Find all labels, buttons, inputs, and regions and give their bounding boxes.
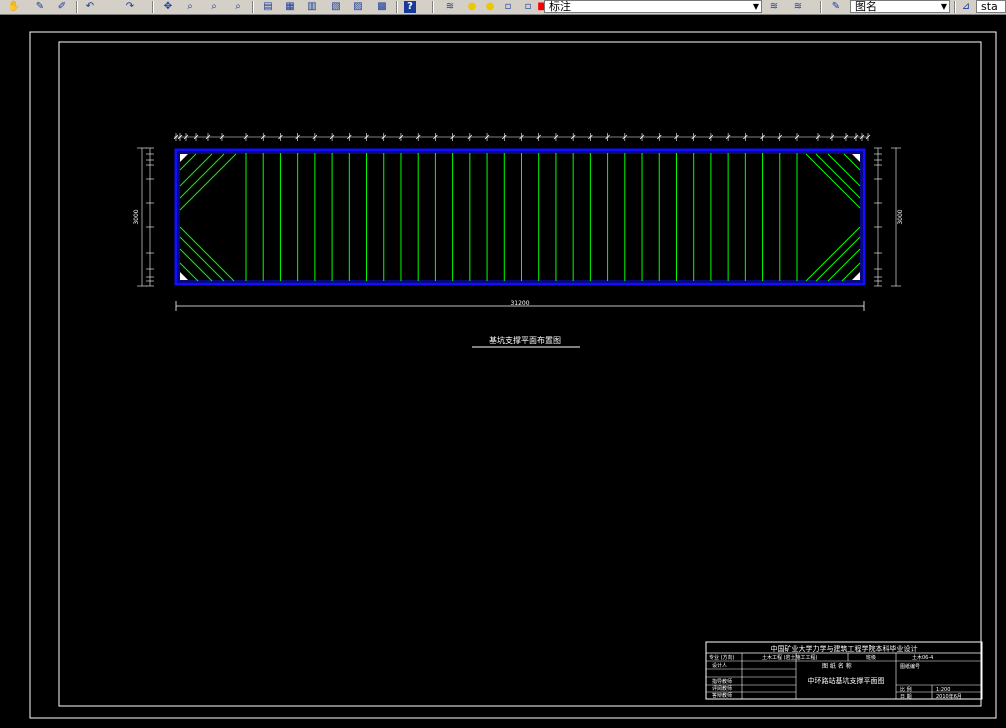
undo-icon[interactable]: ↶ <box>84 1 96 13</box>
cad-drawing: 3000 3000 31200 基坑支撑平面布置图 中国矿业大学力学与建筑工程学… <box>29 31 997 719</box>
bulb-icon[interactable]: ● <box>466 1 478 13</box>
corner-brace <box>179 153 225 199</box>
outer-frame <box>29 31 997 719</box>
designer-label: 设计人 <box>712 662 727 669</box>
redo-icon[interactable]: ↷ <box>124 1 136 13</box>
layer-manager-icon[interactable]: ≋ <box>444 1 456 13</box>
text-style-value: 图名 <box>855 0 877 13</box>
layer-states-icon[interactable]: ≋ <box>792 1 804 13</box>
side-dimension-chains: 3000 3000 <box>133 147 904 287</box>
dimension-height-right: 3000 <box>897 209 904 224</box>
drawing-no-label: 图纸编号 <box>900 663 920 670</box>
hand-icon[interactable]: ✋ <box>8 1 20 13</box>
toolbar-separator <box>954 1 956 13</box>
drawing-title: 中环路站基坑支撑平面图 <box>808 676 885 685</box>
corner-brace <box>815 236 861 282</box>
corner-brace <box>179 226 235 282</box>
toolbar-separator <box>396 1 398 13</box>
corner-brace <box>179 236 225 282</box>
major-label: 专业 (方向) <box>709 654 735 661</box>
style-brush-icon[interactable]: ✎ <box>830 1 842 13</box>
chevron-down-icon: ▼ <box>940 2 947 11</box>
reviewer-label: 评阅教师 <box>712 685 732 692</box>
corner-brace <box>805 226 861 282</box>
pit-outline <box>174 148 866 286</box>
layer-icon[interactable]: ▫ <box>522 1 534 13</box>
toolbar-separator <box>432 1 434 13</box>
major-value: 土木工程 (岩土施工工程) <box>762 654 818 661</box>
properties-icon[interactable]: ▤ <box>262 1 274 13</box>
corner-brace <box>179 153 213 187</box>
sheet-set-icon[interactable]: ▧ <box>330 1 342 13</box>
corner-braces <box>179 153 861 282</box>
layer-previous-icon[interactable]: ≋ <box>768 1 780 13</box>
drawing-title-label: 图 纸 名 称 <box>822 662 852 670</box>
calculator-icon[interactable]: ▩ <box>376 1 388 13</box>
standard-toolbar: ✋ ✎ ✐ ↶ ↷ ✥ ⌕ ⌕ ⌕ ▤ ▦ ▥ ▧ ▨ ▩? ≋ ● ● ▫ ▫ ■ ≋ ≋ ✎ ⊿ 标注 ▼ 图名 ▼ sta <box>0 0 1006 15</box>
title-block: 中国矿业大学力学与建筑工程学院本科毕业设计 专业 (方向) 土木工程 (岩土施工… <box>705 641 983 700</box>
inner-frame <box>58 41 982 707</box>
markup-icon[interactable]: ▨ <box>352 1 364 13</box>
layer-dropdown-value: 标注 <box>549 0 571 13</box>
defense-label: 答辩教师 <box>712 692 732 699</box>
date-label: 日 期 <box>900 694 912 700</box>
tool-palette-icon[interactable]: ▥ <box>306 1 318 13</box>
scale-label: 比 例 <box>900 686 912 693</box>
dimension-style-value: sta <box>981 0 998 13</box>
zoom-window-icon[interactable]: ⌕ <box>208 1 220 13</box>
bottom-dimension: 31200 <box>175 300 865 311</box>
brush-icon[interactable]: ✐ <box>56 1 68 13</box>
corner-brace <box>815 153 861 199</box>
drawing-canvas[interactable]: 3000 3000 31200 基坑支撑平面布置图 中国矿业大学力学与建筑工程学… <box>0 15 1006 724</box>
toolbar-separator <box>252 1 254 13</box>
strut-lines <box>245 153 798 281</box>
title-block-header: 中国矿业大学力学与建筑工程学院本科毕业设计 <box>771 644 918 653</box>
sun-icon[interactable]: ● <box>484 1 496 13</box>
layer-dropdown[interactable]: 标注 ▼ <box>544 0 762 13</box>
top-dimension-chain <box>173 133 871 141</box>
grade-label: 班级 <box>866 654 876 661</box>
pan-icon[interactable]: ✥ <box>162 1 174 13</box>
design-center-icon[interactable]: ▦ <box>284 1 296 13</box>
zoom-previous-icon[interactable]: ⌕ <box>232 1 244 13</box>
text-style-dropdown[interactable]: 图名 ▼ <box>850 0 950 13</box>
dimension-height-left: 3000 <box>133 209 140 224</box>
sheet-title: 基坑支撑平面布置图 <box>489 335 561 345</box>
advisor-label: 指导教师 <box>712 678 732 685</box>
corner-blocks <box>180 154 860 280</box>
dimension-total-label: 31200 <box>510 300 529 307</box>
dimension-style-dropdown[interactable]: sta <box>976 0 1006 13</box>
toolbar-separator <box>820 1 822 13</box>
pencil-icon[interactable]: ✎ <box>34 1 46 13</box>
chevron-down-icon: ▼ <box>752 2 759 11</box>
dimension-style-icon[interactable]: ⊿ <box>960 1 972 13</box>
grade-value: 土木06-4 <box>912 654 933 661</box>
zoom-realtime-icon[interactable]: ⌕ <box>184 1 196 13</box>
toolbar-separator <box>152 1 154 13</box>
help-icon[interactable]: ? <box>404 1 416 13</box>
scale-value: 1:200 <box>936 687 950 693</box>
layer-lock-icon[interactable]: ▫ <box>502 1 514 13</box>
date-value: 2010年6月 <box>936 693 962 700</box>
toolbar-separator <box>76 1 78 13</box>
corner-brace <box>179 153 237 211</box>
